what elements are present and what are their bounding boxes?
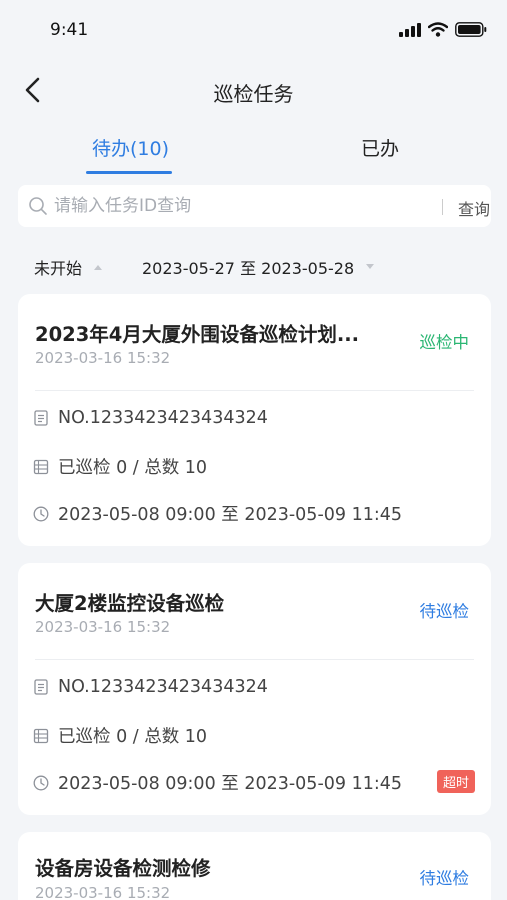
task-number-row: NO.1233423423434324 (32, 677, 268, 697)
date-range-label: 2023-05-27 至 2023-05-28 (142, 259, 355, 278)
task-period-row: 2023-05-08 09:00 至 2023-05-09 11:45 (32, 501, 402, 526)
caret-down-icon (366, 264, 375, 269)
overtime-badge: 超时 (436, 770, 475, 793)
task-card[interactable]: 设备房设备检测检修 2023-03-16 15:32 待巡检 (18, 832, 491, 900)
task-title: 大厦2楼监控设备巡检 (35, 592, 225, 615)
task-card[interactable]: 2023年4月大厦外围设备巡检计划... 2023-03-16 15:32 巡检… (18, 294, 491, 546)
task-created-time: 2023-03-16 15:32 (35, 618, 171, 636)
task-title: 2023年4月大厦外围设备巡检计划... (35, 323, 360, 346)
battery-icon (455, 22, 487, 37)
task-status: 待巡检 (419, 869, 470, 888)
task-number: NO.1233423423434324 (58, 408, 268, 428)
task-period: 2023-05-08 09:00 至 2023-05-09 11:45 (58, 505, 403, 525)
task-progress-row: 已巡检 0 / 总数 10 (32, 454, 207, 479)
status-icons (399, 22, 487, 37)
document-icon (34, 410, 48, 426)
date-range-filter[interactable]: 2023-05-27 至 2023-05-28 (142, 255, 375, 279)
task-progress-row: 已巡检 0 / 总数 10 (32, 723, 207, 748)
status-bar: 9:41 (0, 0, 507, 62)
wifi-icon (428, 22, 448, 37)
document-icon (34, 679, 48, 695)
filter-row: 未开始 2023-05-27 至 2023-05-28 (0, 246, 507, 284)
status-filter-label: 未开始 (34, 259, 83, 278)
caret-up-icon (94, 265, 103, 270)
task-created-time: 2023-03-16 15:32 (35, 884, 171, 900)
status-time: 9:41 (50, 20, 89, 40)
active-tab-indicator (86, 171, 172, 174)
card-divider (35, 390, 474, 391)
task-number-row: NO.1233423423434324 (32, 408, 268, 428)
signal-icon (399, 22, 421, 37)
list-icon (33, 459, 49, 474)
tab-todo[interactable]: 待办(10) (92, 134, 169, 161)
search-divider (442, 199, 443, 215)
task-progress: 已巡检 0 / 总数 10 (58, 458, 208, 478)
task-number: NO.1233423423434324 (58, 677, 268, 697)
task-status: 巡检中 (419, 333, 470, 352)
task-title: 设备房设备检测检修 (35, 857, 211, 880)
nav-bar: 巡检任务 (0, 62, 507, 118)
search-bar: 查询 (18, 185, 491, 227)
clock-icon (33, 506, 49, 521)
tab-done[interactable]: 已办 (361, 134, 399, 161)
task-created-time: 2023-03-16 15:32 (35, 349, 171, 367)
card-divider (35, 659, 474, 660)
task-status: 待巡检 (419, 602, 470, 621)
page-title: 巡检任务 (213, 82, 294, 106)
search-button[interactable]: 查询 (458, 196, 490, 220)
task-card[interactable]: 大厦2楼监控设备巡检 2023-03-16 15:32 待巡检 NO.12334… (18, 563, 491, 815)
task-period: 2023-05-08 09:00 至 2023-05-09 11:45 (58, 774, 403, 794)
status-filter[interactable]: 未开始 (34, 255, 103, 279)
list-icon (33, 728, 49, 743)
clock-icon (33, 775, 49, 790)
task-period-row: 2023-05-08 09:00 至 2023-05-09 11:45 (32, 770, 402, 795)
search-icon (29, 197, 47, 215)
search-input[interactable] (54, 193, 414, 219)
tab-bar: 待办(10) 已办 (0, 124, 507, 178)
task-progress: 已巡检 0 / 总数 10 (58, 727, 208, 747)
